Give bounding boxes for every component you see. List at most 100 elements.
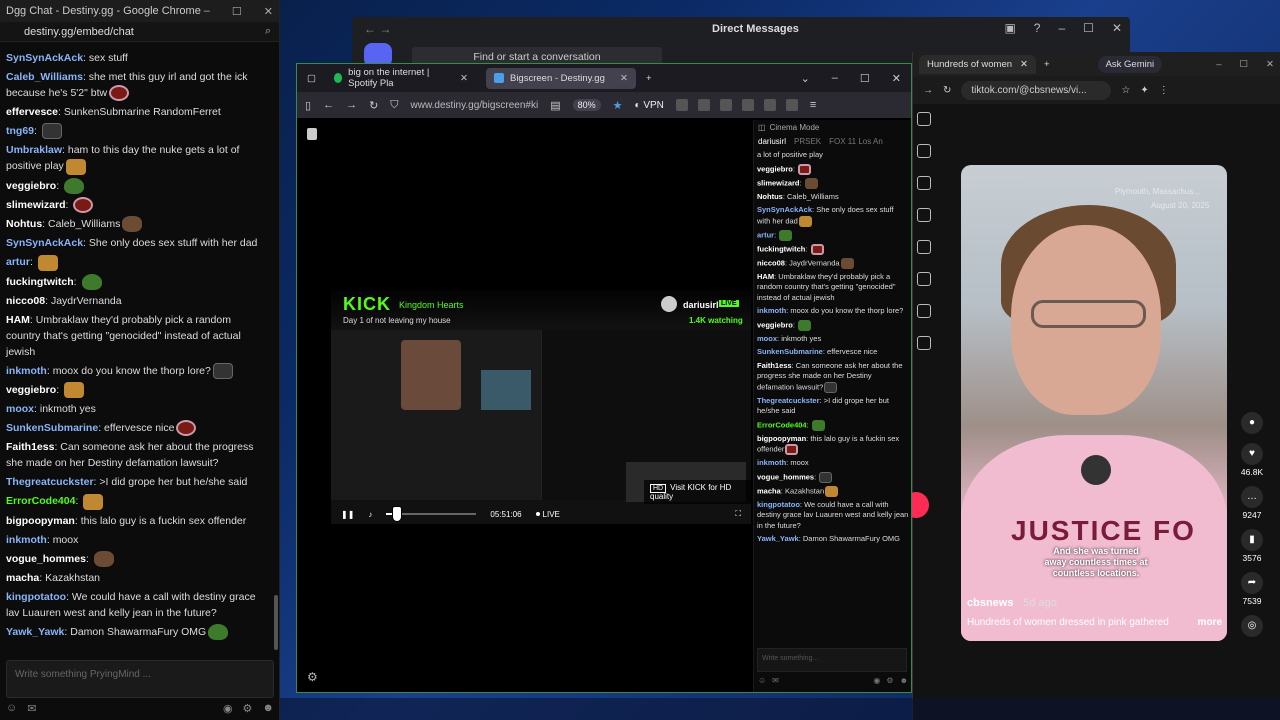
maximize-icon[interactable]: ☐ <box>860 72 870 85</box>
close-icon[interactable]: ✕ <box>1266 59 1274 70</box>
tab-spotify[interactable]: big on the internet | Spotify Pla ✕ <box>326 62 476 94</box>
chat-username[interactable]: SunkenSubmarine <box>6 422 98 434</box>
users-icon[interactable]: ☻ <box>262 702 274 718</box>
chat-username[interactable]: Nohtus <box>757 192 783 201</box>
chat-username[interactable]: SynSynAckAck <box>757 205 812 214</box>
emoji-icon[interactable]: ☺ <box>6 702 17 718</box>
menu-icon[interactable]: ≡ <box>810 99 816 111</box>
chat-username[interactable]: macha <box>6 572 39 584</box>
chat-username[interactable]: fuckingtwitch <box>6 276 74 288</box>
extension-icon[interactable] <box>785 99 798 111</box>
maximize-icon[interactable]: ☐ <box>1083 21 1094 35</box>
chat-username[interactable]: bigpoopyman <box>6 515 75 527</box>
ask-gemini-button[interactable]: Ask Gemini <box>1097 55 1163 73</box>
back-icon[interactable]: ← <box>323 99 334 111</box>
chat-username[interactable]: Umbraklaw <box>6 144 62 156</box>
share-button[interactable]: ➦ 7539 <box>1239 572 1265 606</box>
url-bar[interactable]: www.destiny.gg/bigscreen#ki <box>411 100 539 111</box>
vpn-button[interactable]: ◐ VPN <box>634 100 663 111</box>
extension-icon[interactable] <box>719 99 732 111</box>
profile-icon[interactable] <box>917 336 931 350</box>
chat-username[interactable]: veggiebro <box>757 164 793 173</box>
chat-username[interactable]: ErrorCode404 <box>6 495 75 507</box>
sound-button[interactable]: ◎ <box>1239 615 1265 637</box>
activity-icon[interactable] <box>917 304 931 318</box>
chat-username[interactable]: ErrorCode404 <box>757 420 807 429</box>
chat-username[interactable]: moox <box>757 334 777 343</box>
minimize-icon[interactable]: – <box>1058 21 1065 35</box>
chat-username[interactable]: slimewizard <box>757 178 800 187</box>
new-tab-icon[interactable]: + <box>646 73 652 84</box>
maximize-icon[interactable]: ☐ <box>1240 59 1249 70</box>
star-icon[interactable]: ☆ <box>1121 85 1130 96</box>
extension-icon[interactable] <box>697 99 710 111</box>
chat-username[interactable]: Faith1ess <box>6 441 54 453</box>
chat-username[interactable]: moox <box>6 403 34 415</box>
tiktok-url[interactable]: tiktok.com/@cbsnews/vi... <box>961 80 1112 100</box>
streamer-name[interactable]: dariusirl <box>683 300 719 310</box>
explore-icon[interactable] <box>917 176 931 190</box>
chat-username[interactable]: fuckingtwitch <box>757 244 805 253</box>
reload-icon[interactable]: ↻ <box>369 99 378 112</box>
volume-icon[interactable]: ♪ <box>368 510 372 519</box>
streamer-avatar[interactable] <box>661 296 677 312</box>
avatar[interactable]: ● <box>1239 412 1265 434</box>
close-tab-icon[interactable]: ✕ <box>620 73 628 84</box>
tiktok-video[interactable]: JUSTICE FO Plymouth, Massachus... August… <box>961 165 1227 641</box>
chat-username[interactable]: macha <box>757 486 781 495</box>
chat-username[interactable]: kingpotatoo <box>6 591 66 603</box>
chat-username[interactable]: kingpotatoo <box>757 500 800 509</box>
chat-username[interactable]: inkmoth <box>757 458 786 467</box>
help-icon[interactable]: ? <box>1034 21 1041 35</box>
extension-icon[interactable] <box>675 99 688 111</box>
tab-list-icon[interactable]: ⌄ <box>801 72 810 85</box>
chat-username[interactable]: Caleb_Williams <box>6 71 83 83</box>
cinema-mode-label[interactable]: Cinema Mode <box>770 123 820 132</box>
chat-username[interactable]: veggiebro <box>757 320 793 329</box>
stream-player[interactable]: KICK Kingdom Hearts Day 1 of not leaving… <box>331 290 751 524</box>
save-button[interactable]: ▮ 3576 <box>1239 529 1265 563</box>
eye-icon[interactable]: ◉ <box>223 702 233 718</box>
following-icon[interactable] <box>917 208 931 222</box>
chat-username[interactable]: artur <box>6 256 30 268</box>
extension-icon[interactable] <box>763 99 776 111</box>
chat-username[interactable]: SynSynAckAck <box>6 237 83 249</box>
tab-overview-icon[interactable]: ▢ <box>307 73 316 84</box>
chat-username[interactable]: Thegreatcuckster <box>757 396 820 405</box>
hd-notice[interactable]: HD Visit KICK for HD quality <box>644 480 751 504</box>
reload-icon[interactable]: ↻ <box>943 85 951 96</box>
back-forward-icon[interactable]: ← → <box>364 22 391 36</box>
live-indicator[interactable]: LIVE <box>535 510 560 519</box>
close-tab-icon[interactable]: ✕ <box>1020 59 1028 70</box>
chat-username[interactable]: tng69 <box>6 125 34 137</box>
chat-username[interactable]: SunkenSubmarine <box>757 347 823 356</box>
menu-icon[interactable]: ⋮ <box>1159 85 1169 96</box>
bookmark-star-icon[interactable]: ★ <box>613 99 623 112</box>
chat-username[interactable]: veggiebro <box>6 180 56 192</box>
chat-username[interactable]: vogue_hommes <box>6 553 86 565</box>
bigscreen-sidebar-icon[interactable] <box>307 128 317 140</box>
friends-icon[interactable] <box>917 240 931 254</box>
chat-scrollbar[interactable] <box>274 595 278 650</box>
maximize-icon[interactable]: ☐ <box>232 5 242 18</box>
chat-username[interactable]: SynSynAckAck <box>6 52 83 64</box>
tab-bigscreen[interactable]: Bigscreen - Destiny.gg ✕ <box>485 67 636 89</box>
reader-icon[interactable]: ▤ <box>550 99 560 112</box>
sidebar-icon[interactable]: ▯ <box>305 99 311 112</box>
search-icon[interactable] <box>917 112 931 126</box>
close-icon[interactable]: ✕ <box>1112 21 1122 35</box>
whisper-icon[interactable]: ✉ <box>772 676 779 688</box>
close-icon[interactable]: ✕ <box>892 72 901 85</box>
chat-username[interactable]: nicco08 <box>757 258 785 267</box>
emoji-icon[interactable]: ☺ <box>758 676 766 688</box>
left-url-bar[interactable]: destiny.gg/embed/chat ⌕ <box>0 22 279 42</box>
users-icon[interactable]: ☻ <box>900 676 908 688</box>
new-tab-icon[interactable]: + <box>1044 59 1050 70</box>
upload-icon[interactable] <box>917 272 931 286</box>
chat-username[interactable]: effervesce <box>6 106 58 118</box>
close-tab-icon[interactable]: ✕ <box>460 73 468 84</box>
video-author[interactable]: cbsnews <box>967 597 1013 609</box>
chat-username[interactable]: Thegreatcuckster <box>6 476 94 488</box>
chat-username[interactable]: veggiebro <box>6 384 56 396</box>
chat-username[interactable]: Faith1ess <box>757 361 792 370</box>
